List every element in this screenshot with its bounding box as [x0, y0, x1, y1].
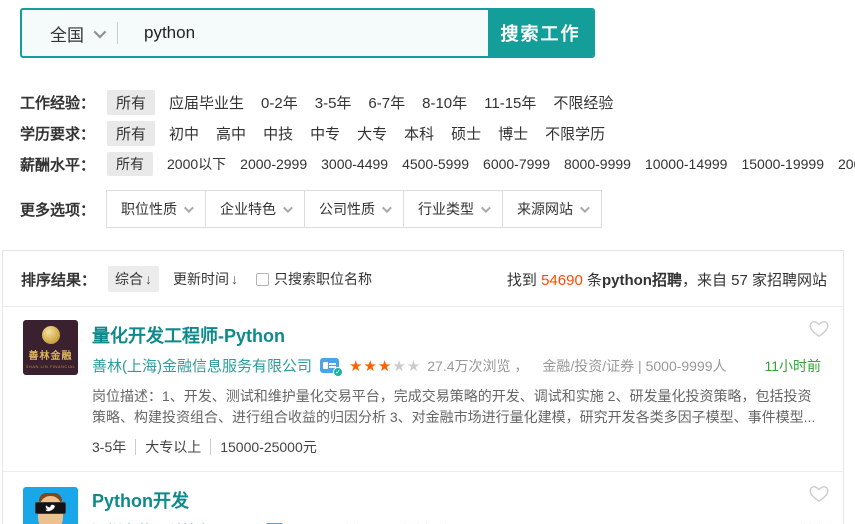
dropdown[interactable]: 职位性质 [106, 190, 206, 228]
job-description: 岗位描述：1、开发、测试和维护量化交易平台，完成交易策略的开发、调试和实施 2、… [92, 386, 825, 428]
filter-option[interactable]: 0-2年 [261, 95, 298, 112]
filter-option[interactable]: 硕士 [451, 126, 481, 143]
dropdown[interactable]: 公司性质 [304, 190, 404, 228]
star-empty-icons: ★★ [392, 358, 421, 375]
filter-option[interactable]: 不限学历 [545, 126, 605, 143]
chevron-down-icon [382, 203, 392, 213]
job-title-link[interactable]: 量化开发工程师-Python [92, 322, 285, 348]
filter-row-education: 学历要求： 所有 初中高中中技中专大专本科硕士博士不限学历 [20, 121, 855, 145]
dropdown[interactable]: 来源网站 [502, 190, 602, 228]
favorite-heart-icon[interactable] [808, 483, 830, 503]
title-only-label[interactable]: 只搜索职位名称 [274, 269, 372, 289]
favorite-heart-icon[interactable] [808, 318, 830, 338]
industry-size: 金融/投资/证券 | 5000-9999人 [542, 356, 726, 376]
filter-option[interactable]: 3000-4499 [321, 156, 388, 172]
filter-option[interactable]: 3-5年 [315, 95, 352, 112]
company-row: 善林(上海)金融信息服务有限公司 ★★★★★ 27.4万次浏览 ， 金融/投资/… [92, 355, 825, 376]
dropdown[interactable]: 企业特色 [205, 190, 305, 228]
filter-option[interactable]: 4500-5999 [402, 156, 469, 172]
job-card[interactable]: 善林金融 SHAN LIN FINANCIAL 量化开发工程师-Python 善… [3, 307, 843, 472]
location-value: 全国 [50, 21, 84, 46]
chevron-down-icon [481, 203, 491, 213]
title-only-checkbox[interactable] [256, 273, 269, 286]
filter-option[interactable]: 大专 [357, 126, 387, 143]
company-logo[interactable]: 善林金融 SHAN LIN FINANCIAL [23, 320, 78, 375]
filter-option[interactable]: 高中 [216, 126, 246, 143]
filter-option[interactable]: 本科 [404, 126, 434, 143]
chevron-down-icon [94, 25, 107, 38]
rating-stars: ★★★★★ [349, 357, 421, 375]
job-card-body: 量化开发工程师-Python 善林(上海)金融信息服务有限公司 ★★★★★ 27… [92, 320, 825, 457]
verified-badge-icon [320, 358, 339, 373]
meta-education: 大专以上 [135, 439, 201, 455]
company-row: 深圳市藤讯科技有限公司 9123次浏览 ， 计算机软件 | 100-499人 1… [92, 520, 825, 524]
result-count: 54690 [541, 272, 583, 289]
filter-option[interactable]: 6000-7999 [483, 156, 550, 172]
more-options-label: 更多选项： [20, 199, 95, 220]
filter-label: 工作经验： [20, 92, 95, 113]
filter-label: 学历要求： [20, 123, 95, 144]
search-button[interactable]: 搜索工作 [488, 10, 593, 56]
filter-option[interactable]: 20000- [838, 156, 855, 172]
arrow-down-icon: ↓ [145, 271, 152, 287]
search-input[interactable] [118, 10, 488, 56]
filter-option[interactable]: 2000以下 [167, 156, 226, 172]
filter-option[interactable]: 2000-2999 [240, 156, 307, 172]
more-options-row: 更多选项： 职位性质 企业特色 公司性质 行业类型 来源网站 [20, 190, 855, 228]
filter-section: 工作经验： 所有 应届毕业生 0-2年 3-5年 6-7年 8-10年 11-15年不限经… [20, 90, 855, 176]
filter-option-selected[interactable]: 所有 [107, 90, 155, 115]
search-box: 全国 搜索工作 [20, 8, 595, 58]
filter-option[interactable]: 初中 [169, 126, 199, 143]
filter-option[interactable]: 8000-9999 [564, 156, 631, 172]
sort-option-update-time[interactable]: 更新时间↓ [173, 269, 238, 289]
sort-label: 排序结果： [21, 269, 96, 290]
filter-option-selected[interactable]: 所有 [107, 152, 153, 176]
star-filled-icons: ★★★ [349, 358, 392, 375]
job-card-body: Python开发 深圳市藤讯科技有限公司 9123次浏览 ， 计算机软件 | 1… [92, 485, 825, 524]
company-link[interactable]: 善林(上海)金融信息服务有限公司 [92, 355, 312, 376]
chevron-down-icon [580, 203, 590, 213]
job-title-link[interactable]: Python开发 [92, 487, 189, 513]
filter-option[interactable]: 6-7年 [368, 95, 405, 112]
filter-option-selected[interactable]: 所有 [107, 121, 155, 146]
results-panel: 排序结果： 综合↓ 更新时间↓ 只搜索职位名称 找到 54690 条python… [2, 250, 844, 524]
job-meta: 3-5年大专以上 15000-25000元 [92, 437, 825, 457]
filter-row-salary: 薪酬水平： 所有 2000以下 2000-2999 3000-4499 4500-59… [20, 152, 855, 176]
posted-time: 11小时前 [764, 356, 825, 376]
filter-option[interactable]: 8-10年 [422, 95, 467, 112]
filter-option[interactable]: 中专 [310, 126, 340, 143]
vr-goggles-icon [35, 502, 66, 514]
filter-option[interactable]: 15000-19999 [741, 156, 824, 172]
chevron-down-icon [184, 203, 194, 213]
coin-icon [42, 326, 60, 344]
filter-label: 薪酬水平： [20, 154, 95, 175]
sort-option-comprehensive[interactable]: 综合↓ [108, 266, 159, 292]
result-keyword: python招聘 [602, 272, 682, 289]
dropdown[interactable]: 行业类型 [403, 190, 503, 228]
check-icon [333, 367, 343, 377]
job-card[interactable]: Python开发 深圳市藤讯科技有限公司 9123次浏览 ， 计算机软件 | 1… [3, 472, 843, 524]
filter-option[interactable]: 11-15年 [484, 95, 536, 112]
filter-option[interactable]: 不限经验 [553, 95, 613, 112]
sort-bar: 排序结果： 综合↓ 更新时间↓ 只搜索职位名称 找到 54690 条python… [3, 251, 843, 307]
filter-option[interactable]: 应届毕业生 [169, 95, 244, 112]
filter-option[interactable]: 博士 [498, 126, 528, 143]
meta-salary: 15000-25000元 [210, 439, 317, 455]
company-link[interactable]: 深圳市藤讯科技有限公司 [92, 520, 257, 524]
chevron-down-icon [283, 203, 293, 213]
view-count: 9123次浏览 ， [290, 521, 381, 524]
filter-row-experience: 工作经验： 所有 应届毕业生 0-2年 3-5年 6-7年 8-10年 11-15年不限经… [20, 90, 855, 114]
view-count: 27.4万次浏览 ， [427, 356, 528, 376]
search-bar: 全国 搜索工作 [0, 0, 855, 58]
filter-option[interactable]: 中技 [263, 126, 293, 143]
posted-time: 11小时前 [764, 521, 825, 524]
company-logo[interactable] [23, 487, 78, 524]
result-summary: 找到 54690 条python招聘，来自 57 家招聘网站 [507, 269, 827, 290]
filter-option[interactable]: 10000-14999 [645, 156, 728, 172]
arrow-down-icon: ↓ [231, 271, 238, 287]
location-select[interactable]: 全国 [22, 10, 117, 56]
industry-size: 计算机软件 | 100-499人 [395, 521, 542, 524]
meta-experience: 3-5年 [92, 439, 126, 455]
